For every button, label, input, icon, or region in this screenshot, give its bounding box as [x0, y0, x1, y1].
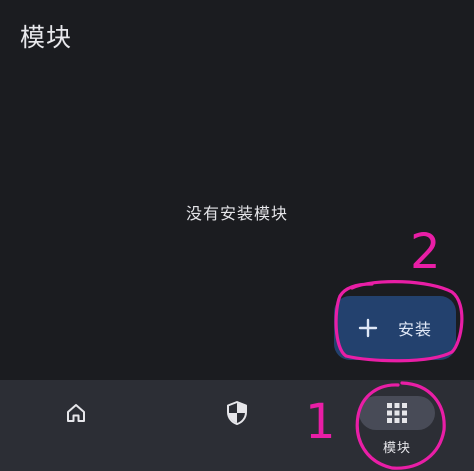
nav-pill-home [38, 396, 114, 430]
home-icon [67, 404, 85, 422]
nav-item-modules[interactable]: 模块 [337, 380, 457, 471]
install-button[interactable]: 安装 [334, 296, 456, 360]
nav-pill-modules [359, 396, 435, 430]
install-button-label: 安装 [398, 320, 433, 339]
annotation-number-1: 1 [305, 394, 336, 450]
annotation-number-2: 2 [410, 224, 441, 280]
nav-item-security[interactable] [177, 380, 297, 471]
bottom-navigation: 模块 [0, 380, 474, 471]
nav-pill-security [199, 396, 275, 430]
plus-icon [358, 318, 378, 338]
shield-icon [227, 401, 247, 425]
nav-item-modules-label: 模块 [382, 441, 411, 456]
nav-item-home[interactable] [16, 380, 136, 471]
page-title: 模块 [20, 23, 73, 52]
empty-state-message: 没有安装模块 [185, 204, 288, 223]
grid-icon [387, 403, 407, 423]
